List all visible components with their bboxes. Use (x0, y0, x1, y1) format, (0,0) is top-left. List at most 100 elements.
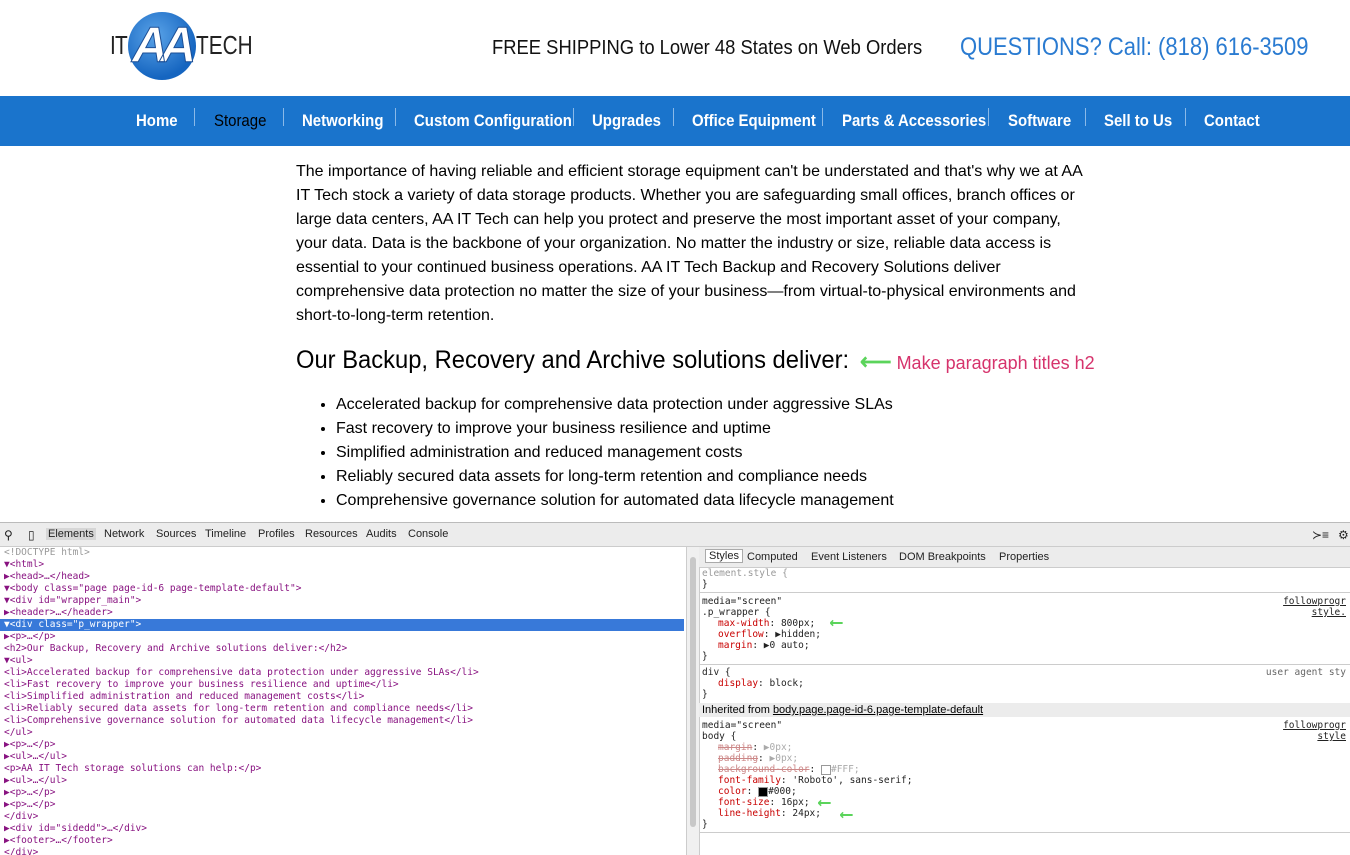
css-property[interactable]: display: block; (718, 678, 804, 689)
devtools-toolbar: ⚲ ▯ Elements Network Sources Timeline Pr… (0, 523, 1350, 547)
element-style-line: element.style { (702, 568, 788, 579)
phone-contact[interactable]: QUESTIONS? Call: (818) 616-3509 (960, 33, 1308, 62)
tab-properties[interactable]: Properties (999, 551, 1049, 563)
css-property[interactable]: color: #000; (718, 786, 797, 797)
panel-splitter[interactable] (686, 547, 700, 855)
search-icon[interactable]: ⚲ (4, 528, 13, 542)
gear-icon[interactable]: ⚙ (1338, 528, 1349, 542)
dom-line[interactable]: ▶<p>…</p> (0, 631, 55, 643)
css-property[interactable]: font-family: 'Roboto', sans-serif; (718, 775, 912, 786)
logo-text-it: IT (110, 30, 128, 60)
dom-line[interactable]: ▼<body class="page page-id-6 page-templa… (0, 583, 301, 595)
nav-custom-configuration[interactable]: Custom Configuration (414, 111, 572, 131)
main-nav: Home Storage Networking Custom Configura… (0, 96, 1350, 146)
tab-computed[interactable]: Computed (747, 551, 798, 563)
rule-selector[interactable]: div { (702, 667, 731, 678)
nav-software[interactable]: Software (1008, 111, 1071, 131)
dom-line[interactable]: ▼<div id="wrapper_main"> (0, 595, 141, 607)
tab-styles[interactable]: Styles (705, 549, 743, 563)
dom-line[interactable]: ▶<header>…</header> (0, 607, 113, 619)
css-property[interactable]: margin: ▶0px; (718, 742, 792, 753)
rule-selector[interactable]: body { (702, 731, 736, 742)
css-property[interactable]: padding: ▶0px; (718, 753, 798, 764)
styles-tabs: Styles Computed Event Listeners DOM Brea… (699, 547, 1350, 568)
nav-upgrades[interactable]: Upgrades (592, 111, 661, 131)
dom-line[interactable]: </ul> (0, 727, 33, 739)
tab-dom-breakpoints[interactable]: DOM Breakpoints (899, 551, 986, 563)
nav-separator (673, 108, 674, 126)
inherited-link[interactable]: body.page.page-id-6.page-template-defaul… (773, 704, 983, 716)
scrollbar-thumb[interactable] (690, 557, 696, 827)
site-logo[interactable]: IT AA TECH (110, 10, 253, 82)
nav-separator (194, 108, 195, 126)
dom-tree[interactable]: <!DOCTYPE html> ▼<html> ▶<head>…</head> ▼… (0, 547, 684, 855)
rule-selector[interactable]: .p_wrapper { (702, 607, 771, 618)
tab-elements[interactable]: Elements (46, 528, 96, 540)
intro-line: essential to your continued business ope… (296, 259, 1001, 276)
dom-line[interactable]: ▶<ul>…</ul> (0, 751, 67, 763)
inherited-header: Inherited from body.page.page-id-6.page-… (699, 703, 1350, 717)
rule-source-link[interactable]: followprogr style (1276, 720, 1346, 742)
rule-close: } (702, 819, 708, 830)
tab-timeline[interactable]: Timeline (205, 528, 246, 540)
nav-separator (395, 108, 396, 126)
css-property[interactable]: overflow: ▶hidden; (718, 629, 821, 640)
dom-line[interactable]: ▶<footer>…</footer> (0, 835, 113, 847)
tab-resources[interactable]: Resources (305, 528, 358, 540)
shipping-banner: FREE SHIPPING to Lower 48 States on Web … (492, 37, 923, 59)
device-icon[interactable]: ▯ (28, 528, 35, 542)
dom-line[interactable]: ▼<ul> (0, 655, 33, 667)
dom-line[interactable]: ▶<p>…</p> (0, 787, 55, 799)
css-property[interactable]: margin: ▶0 auto; (718, 640, 810, 651)
rule-source: user agent sty (1265, 667, 1346, 678)
nav-sell-to-us[interactable]: Sell to Us (1104, 111, 1172, 131)
dom-line[interactable]: <h2>Our Backup, Recovery and Archive sol… (0, 643, 347, 655)
tab-profiles[interactable]: Profiles (258, 528, 295, 540)
rule-source-link[interactable]: followprogr style. (1276, 596, 1346, 618)
dom-line[interactable]: ▶<div id="sidedd">…</div> (0, 823, 147, 835)
dom-line[interactable]: ▶<p>…</p> (0, 799, 55, 811)
dom-line[interactable]: <!DOCTYPE html> (0, 547, 90, 559)
list-item: Comprehensive governance solution for au… (336, 489, 894, 513)
css-property[interactable]: line-height: 24px; (718, 808, 821, 819)
tab-network[interactable]: Network (104, 528, 144, 540)
nav-networking[interactable]: Networking (302, 111, 383, 131)
tab-audits[interactable]: Audits (366, 528, 397, 540)
dom-line[interactable]: <li>Comprehensive governance solution fo… (0, 715, 473, 727)
dom-line[interactable]: <p>AA IT Tech storage solutions can help… (0, 763, 261, 775)
styles-pane: Styles Computed Event Listeners DOM Brea… (699, 547, 1350, 855)
tab-console[interactable]: Console (408, 528, 448, 540)
dom-line[interactable]: ▶<head>…</head> (0, 571, 90, 583)
nav-office-equipment[interactable]: Office Equipment (692, 111, 816, 131)
css-property[interactable]: max-width: 800px; (718, 618, 815, 629)
nav-separator (988, 108, 989, 126)
dom-line[interactable]: ▼<html> (0, 559, 44, 571)
nav-parts-accessories[interactable]: Parts & Accessories (842, 111, 986, 131)
highlight-arrow-icon: ⟵ (819, 792, 830, 813)
nav-storage[interactable]: Storage (214, 111, 266, 131)
css-property[interactable]: font-size: 16px; (718, 797, 810, 808)
intro-paragraph: The importance of having reliable and ef… (296, 160, 1104, 328)
intro-line: your data. Data is the backbone of your … (296, 235, 1052, 252)
devtools-panel: ⚲ ▯ Elements Network Sources Timeline Pr… (0, 522, 1350, 855)
dom-line[interactable]: <li>Simplified administration and reduce… (0, 691, 364, 703)
color-swatch[interactable] (820, 764, 831, 775)
dom-line[interactable]: ▼<div class="p_wrapper"> (0, 619, 684, 631)
nav-contact[interactable]: Contact (1204, 111, 1260, 131)
color-swatch[interactable] (758, 786, 769, 797)
css-property[interactable]: background-color: #FFF; (718, 764, 860, 775)
dom-line[interactable]: ▶<p>…</p> (0, 739, 55, 751)
site-header: IT AA TECH FREE SHIPPING to Lower 48 Sta… (0, 0, 1350, 96)
tab-sources[interactable]: Sources (156, 528, 196, 540)
intro-line: The importance of having reliable and ef… (296, 163, 1083, 180)
dom-line[interactable]: </div> (0, 811, 38, 823)
dom-line[interactable]: <li>Accelerated backup for comprehensive… (0, 667, 479, 679)
dom-line[interactable]: <li>Reliably secured data assets for lon… (0, 703, 473, 715)
dom-line[interactable]: <li>Fast recovery to improve your busine… (0, 679, 399, 691)
list-item: Simplified administration and reduced ma… (336, 441, 894, 465)
tab-event-listeners[interactable]: Event Listeners (811, 551, 887, 563)
nav-home[interactable]: Home (136, 111, 178, 131)
dom-line[interactable]: ▶<ul>…</ul> (0, 775, 67, 787)
console-drawer-icon[interactable]: ≻≡ (1312, 528, 1329, 542)
logo-text-aa: AA (131, 17, 196, 74)
